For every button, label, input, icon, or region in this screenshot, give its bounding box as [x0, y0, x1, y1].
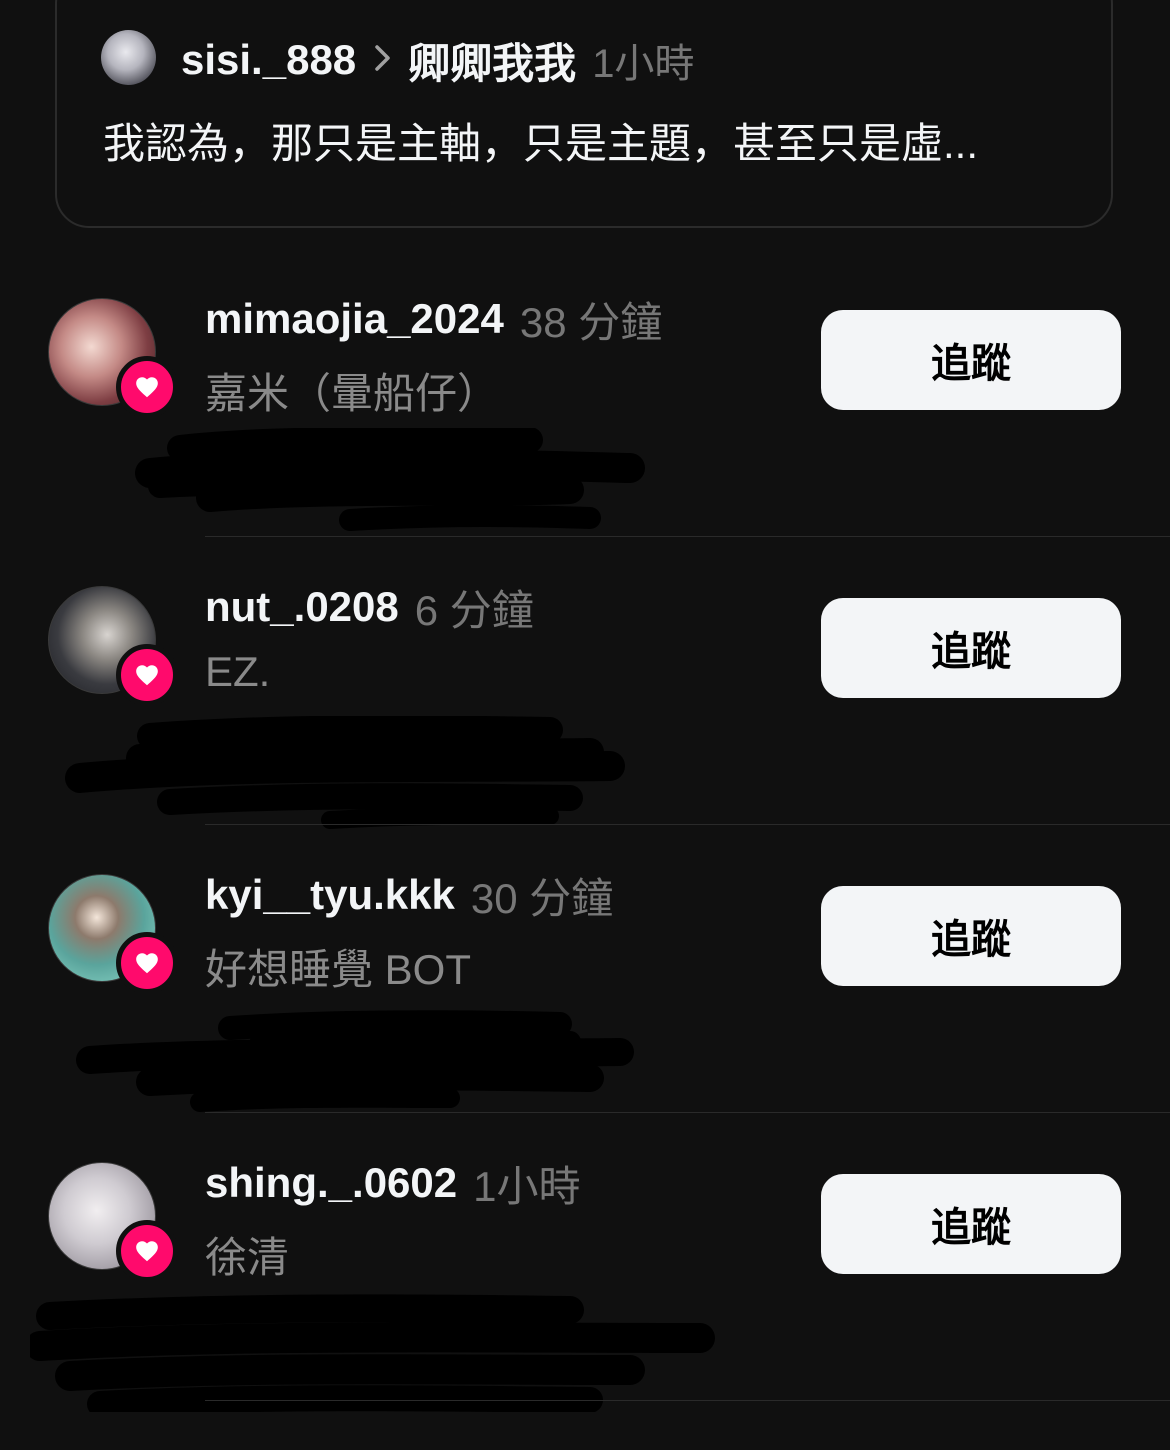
quote-header: sisi._888 卿卿我我 1小時: [181, 30, 694, 90]
name-line: shing._.0602 1小時: [205, 1154, 580, 1212]
row-divider: [205, 1112, 1170, 1113]
row-divider: [205, 536, 1170, 537]
quote-timestamp: 1小時: [592, 42, 695, 86]
follow-button[interactable]: 追蹤: [821, 598, 1121, 698]
quote-author-avatar[interactable]: [101, 30, 156, 85]
name-line: mimaojia_2024 38 分鐘: [205, 290, 662, 348]
username[interactable]: nut_.0208: [205, 583, 399, 631]
heart-icon: [136, 665, 158, 686]
timestamp: 6 分鐘: [414, 586, 534, 634]
heart-badge: [116, 356, 178, 418]
heart-icon: [136, 1241, 158, 1262]
timestamp: 38 分鐘: [519, 298, 663, 346]
timestamp: 30 分鐘: [470, 874, 614, 922]
heart-badge: [116, 932, 178, 994]
display-name: 好想睡覺 BOT: [205, 946, 472, 993]
name-line: nut_.0208 6 分鐘: [205, 578, 534, 636]
chevron-right-icon: [374, 39, 392, 81]
follower-row: nut_.0208 6 分鐘 EZ. 追蹤: [0, 583, 1170, 874]
quote-target-username[interactable]: 卿卿我我: [408, 30, 576, 91]
display-name: EZ.: [205, 648, 271, 695]
quote-author-username[interactable]: sisi._888: [181, 36, 356, 84]
quote-text: 我認為，那只是主軸，只是主題，甚至只是虛...: [103, 120, 979, 167]
row-divider: [205, 1400, 1170, 1401]
redaction-scribble: [30, 1294, 715, 1412]
heart-icon: [136, 953, 158, 974]
follow-button[interactable]: 追蹤: [821, 310, 1121, 410]
redaction-scribble: [135, 428, 645, 531]
follow-button[interactable]: 追蹤: [821, 1174, 1121, 1274]
row-divider: [205, 824, 1170, 825]
heart-icon: [136, 377, 158, 398]
heart-badge: [116, 1220, 178, 1282]
avatar-container[interactable]: [48, 874, 178, 994]
username[interactable]: mimaojia_2024: [205, 295, 504, 343]
follower-row: shing._.0602 1小時 徐清 追蹤: [0, 1159, 1170, 1450]
display-name: 徐清: [205, 1234, 290, 1281]
timestamp: 1小時: [473, 1162, 581, 1210]
follower-row: kyi__tyu.kkk 30 分鐘 好想睡覺 BOT 追蹤: [0, 871, 1170, 1162]
avatar-container[interactable]: [48, 586, 178, 706]
username[interactable]: kyi__tyu.kkk: [205, 871, 455, 919]
heart-badge: [116, 644, 178, 706]
follow-button[interactable]: 追蹤: [821, 886, 1121, 986]
redaction-scribble: [76, 1010, 634, 1112]
username[interactable]: shing._.0602: [205, 1159, 457, 1207]
redaction-scribble: [65, 716, 625, 829]
name-line: kyi__tyu.kkk 30 分鐘: [205, 866, 613, 924]
display-name: 嘉米（暈船仔）: [205, 370, 500, 417]
avatar-container[interactable]: [48, 298, 178, 418]
avatar-container[interactable]: [48, 1162, 178, 1282]
follower-row: mimaojia_2024 38 分鐘 嘉米（暈船仔） 追蹤: [0, 295, 1170, 586]
